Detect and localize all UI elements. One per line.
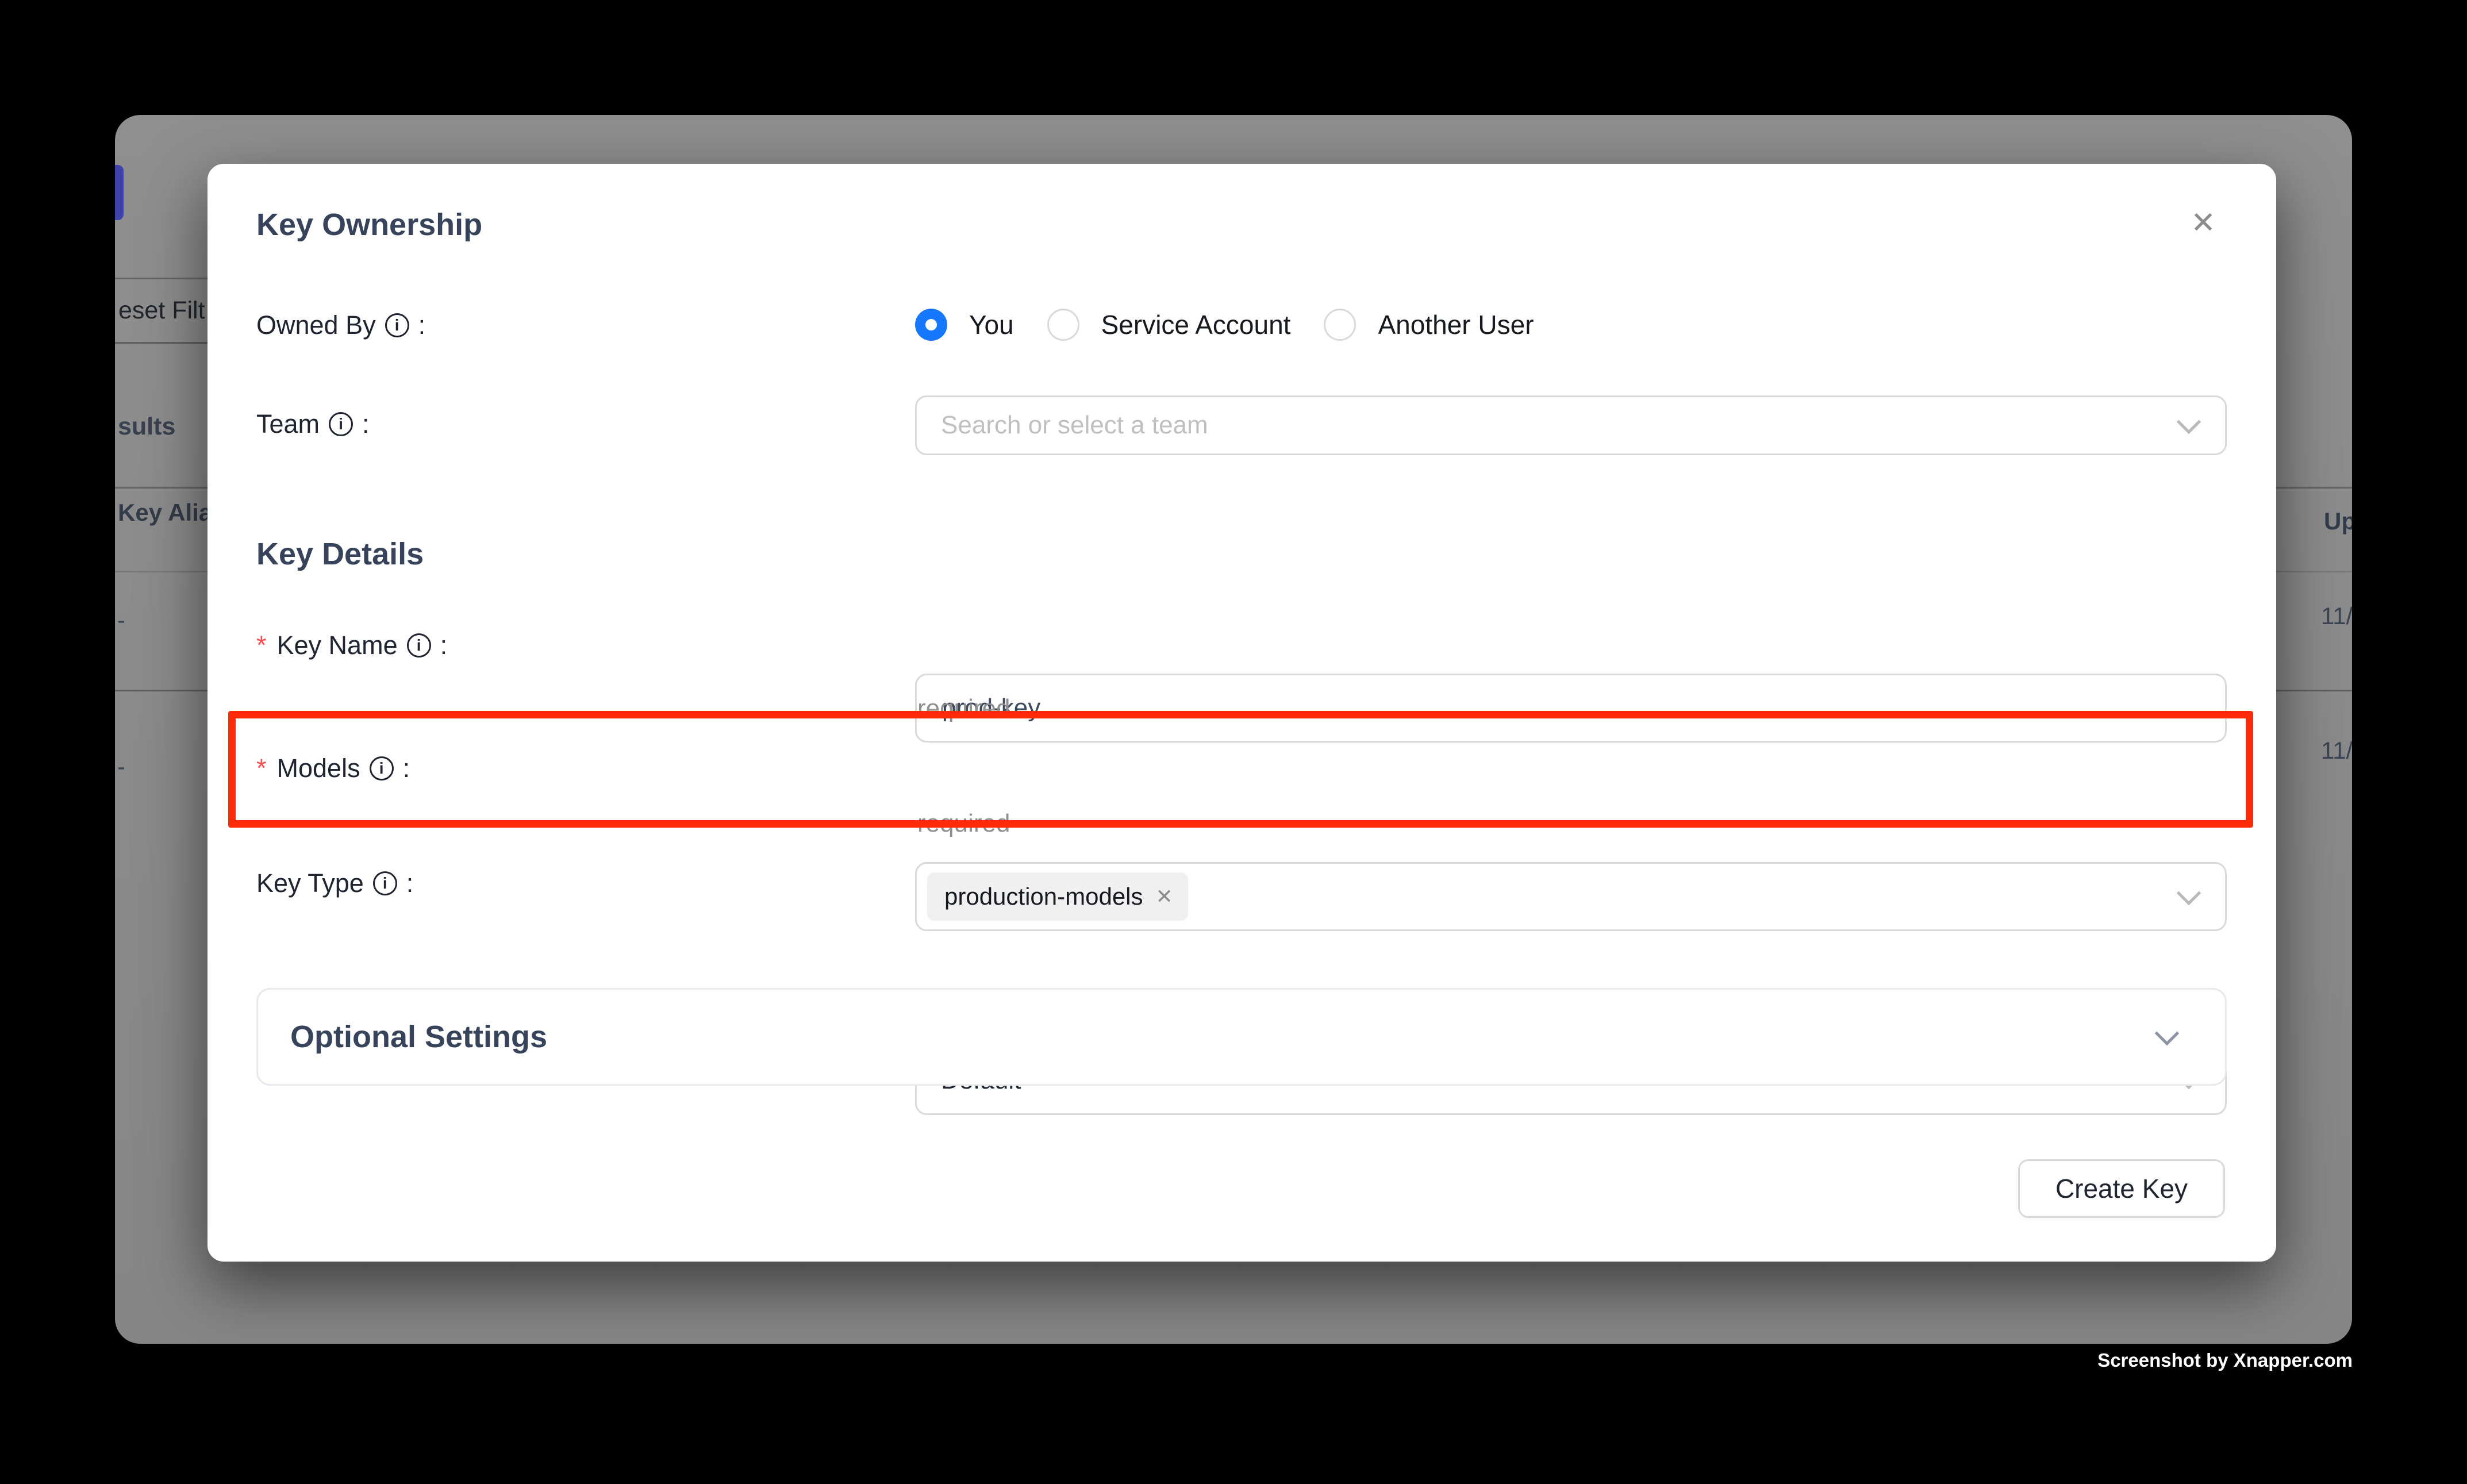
models-required-message: required: [917, 809, 1010, 838]
info-icon[interactable]: i: [370, 756, 394, 781]
remove-tag-icon[interactable]: ✕: [1156, 885, 1173, 909]
optional-settings-toggle[interactable]: Optional Settings: [256, 988, 2227, 1086]
owned-by-label: Owned By i :: [256, 310, 425, 340]
key-type-label: Key Type i :: [256, 868, 413, 898]
selected-model-tag: production-models ✕: [927, 872, 1188, 921]
info-icon[interactable]: i: [407, 633, 431, 658]
table-row1-updated-cell: 11/: [2321, 602, 2352, 630]
chevron-down-icon: [2177, 881, 2201, 905]
radio-option-another-user[interactable]: Another User: [1324, 309, 1534, 341]
required-asterisk: *: [256, 753, 267, 783]
column-header-key-alias: Key Alia: [118, 499, 212, 526]
info-icon[interactable]: i: [385, 313, 409, 337]
table-row1-key-alias-cell: -: [117, 606, 125, 634]
table-row2-key-alias-cell: -: [117, 753, 125, 781]
section-title-key-details: Key Details: [256, 536, 424, 572]
column-header-updated: Up: [2324, 508, 2352, 535]
info-icon[interactable]: i: [329, 412, 353, 436]
radio-option-you[interactable]: You: [915, 309, 1014, 341]
info-icon[interactable]: i: [373, 871, 397, 895]
reset-filters-button[interactable]: eset Filt: [115, 278, 210, 344]
screenshot-root: eset Filt sults Key Alia Up - 11/ - 11/ …: [0, 0, 2467, 1484]
team-label: Team i :: [256, 409, 370, 439]
models-select[interactable]: production-models ✕: [915, 862, 2227, 931]
create-key-modal: ✕ Key Ownership Owned By i : You Service…: [207, 164, 2276, 1262]
optional-settings-title: Optional Settings: [290, 1019, 547, 1055]
watermark-text: Screenshot by Xnapper.com: [2097, 1350, 2353, 1371]
create-new-key-button-fragment[interactable]: [115, 165, 124, 220]
models-label: * Models i :: [256, 753, 410, 783]
key-name-label: * Key Name i :: [256, 630, 447, 660]
table-row2-updated-cell: 11/: [2321, 737, 2352, 764]
owned-by-radio-group: You Service Account Another User: [915, 309, 1534, 341]
chevron-down-icon: [2177, 410, 2201, 434]
results-count-text: sults: [118, 413, 175, 441]
radio-unselected-icon[interactable]: [1324, 309, 1356, 341]
team-select-placeholder: Search or select a team: [917, 411, 1208, 440]
team-select[interactable]: Search or select a team: [915, 395, 2227, 455]
key-name-required-message: required: [917, 694, 1010, 723]
radio-option-service-account[interactable]: Service Account: [1047, 309, 1291, 341]
selected-model-tag-label: production-models: [944, 883, 1143, 910]
section-title-key-ownership: Key Ownership: [256, 207, 482, 243]
chevron-down-icon: [2155, 1021, 2179, 1045]
key-name-input[interactable]: prod-key: [915, 674, 2227, 743]
create-key-button[interactable]: Create Key: [2018, 1159, 2225, 1218]
reset-filters-label: eset Filt: [115, 297, 205, 325]
radio-selected-icon[interactable]: [915, 309, 947, 341]
required-asterisk: *: [256, 630, 267, 660]
radio-unselected-icon[interactable]: [1047, 309, 1079, 341]
